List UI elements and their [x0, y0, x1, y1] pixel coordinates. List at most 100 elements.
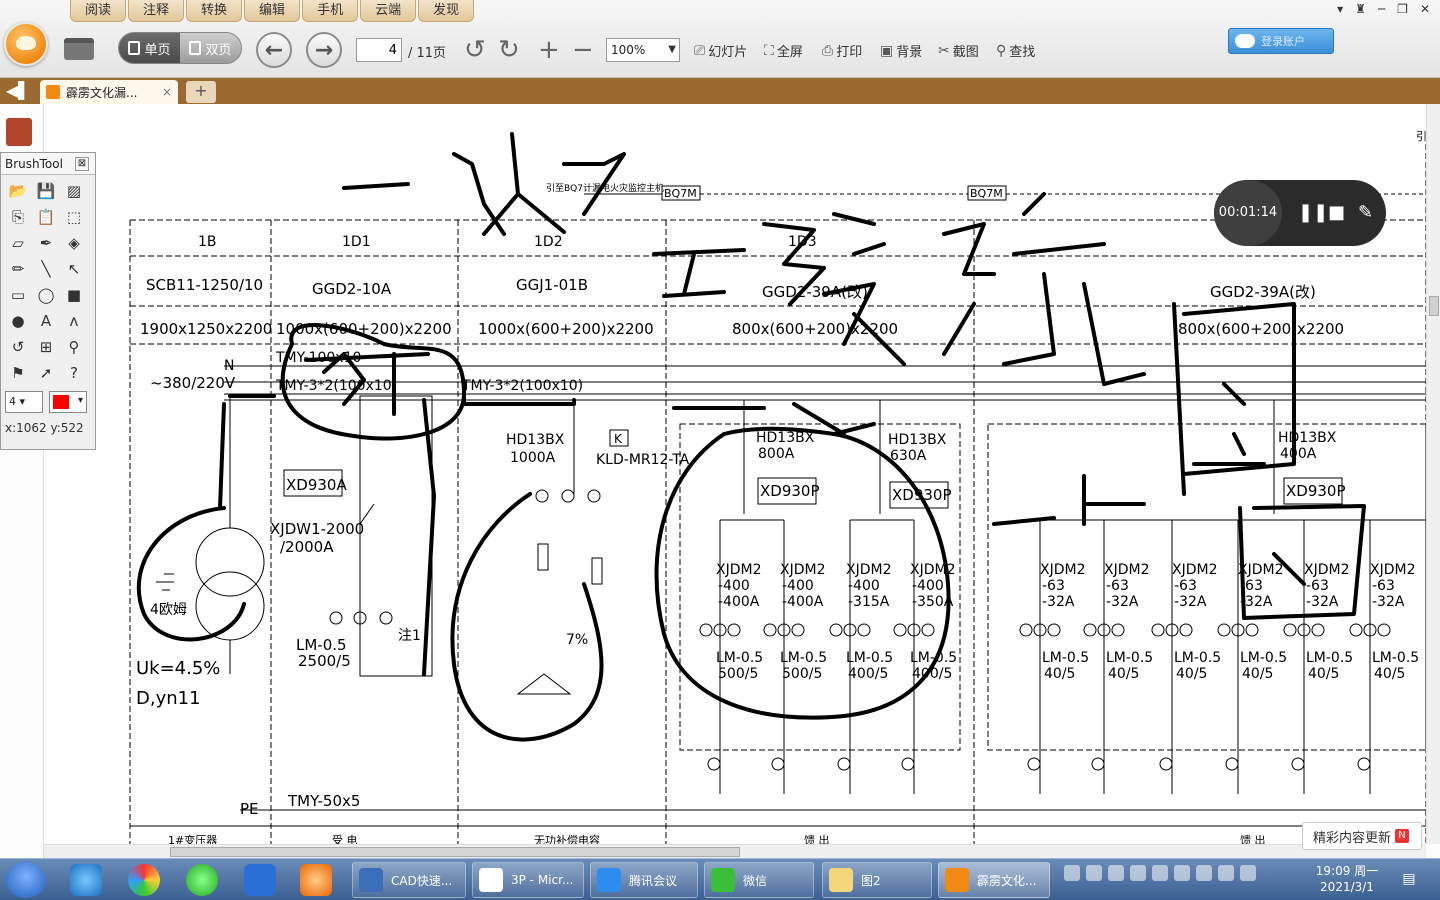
wechat-tray-icon[interactable] [1152, 865, 1168, 881]
rotate-right-icon[interactable]: ↻ [498, 36, 520, 64]
keyboard-icon[interactable] [1064, 865, 1080, 881]
zoom-select[interactable]: 100% ▼ [606, 38, 680, 62]
screenshot-button[interactable]: ✂ 截图 [938, 41, 979, 61]
filled-ellipse-icon[interactable]: ● [5, 309, 31, 333]
close-icon[interactable]: ✕ [1420, 2, 1430, 16]
menu-tab-discover[interactable]: 发现 [418, 0, 475, 22]
undo-icon[interactable]: ↺ [5, 335, 31, 359]
clock[interactable]: 19:09 周一 2021/3/1 [1312, 863, 1382, 895]
network-icon[interactable] [1218, 865, 1234, 881]
app-logo[interactable] [4, 22, 48, 66]
cloud-login-button[interactable]: 登录账户 [1228, 28, 1334, 54]
flag-icon[interactable] [1196, 865, 1212, 881]
task-meeting[interactable]: 腾讯会议 [590, 862, 698, 898]
zoom-in-icon[interactable]: + [538, 36, 560, 64]
help-icon[interactable]: ? [61, 361, 87, 385]
menu-tab-read[interactable]: 阅读 [70, 0, 127, 22]
system-tray [1064, 865, 1256, 881]
ct-symbol [857, 623, 871, 637]
filled-rect-icon[interactable]: ■ [61, 283, 87, 307]
pause-icon[interactable]: ❚❚ [1298, 202, 1328, 223]
horizontal-scroll-thumb[interactable] [170, 847, 740, 857]
task-folder[interactable]: 图2 [822, 862, 932, 898]
video-app-icon[interactable] [244, 864, 276, 896]
menu-tab-convert[interactable]: 转换 [186, 0, 243, 22]
collapse-sidebar-icon[interactable]: ◀▌ [6, 81, 31, 100]
security-icon[interactable] [1174, 865, 1190, 881]
page-number-input[interactable] [356, 38, 402, 62]
ellipse-icon[interactable]: ◯ [33, 283, 59, 307]
menu-tab-edit[interactable]: 编辑 [244, 0, 301, 22]
task-word[interactable]: 3P - Micr... [472, 862, 584, 898]
notification-icon[interactable]: ▤ [1398, 861, 1420, 897]
find-button[interactable]: ⚲ 查找 [996, 41, 1035, 61]
print-button[interactable]: ⎙ 打印 [822, 41, 862, 61]
open-icon[interactable]: 📂 [5, 179, 31, 203]
stop-icon[interactable]: ■ [1328, 202, 1345, 223]
qq-icon[interactable] [1108, 865, 1124, 881]
terminal-symbol [1091, 757, 1105, 771]
col4-breaker-frame: -63 [1372, 578, 1395, 594]
menu-tab-cloud[interactable]: 云端 [360, 0, 417, 22]
dropper-icon[interactable]: ✒ [33, 231, 59, 255]
task-cad[interactable]: CAD快速... [352, 862, 466, 898]
pen-icon[interactable]: ✎ [1358, 202, 1373, 223]
pin-icon[interactable]: ⚑ [5, 361, 31, 385]
rotate-left-icon[interactable]: ↺ [464, 36, 486, 64]
fullscreen-button[interactable]: ⛶ 全屏 [764, 41, 803, 61]
tab-close-button[interactable]: × [162, 85, 172, 99]
line-icon[interactable]: ╲ [33, 257, 59, 281]
prev-page-button[interactable]: ← [256, 32, 292, 68]
volume-icon[interactable] [1240, 865, 1256, 881]
background-button[interactable]: ▣ 背景 [880, 41, 922, 61]
brush-color-select[interactable]: ▾ [49, 391, 87, 413]
brush-text-icon[interactable]: ʌ [61, 309, 87, 333]
vertical-scrollbar[interactable] [1426, 104, 1440, 844]
refresh-app-icon[interactable] [186, 864, 218, 896]
network-app-icon[interactable] [1086, 865, 1102, 881]
text-icon[interactable]: A [33, 309, 59, 333]
chrome-icon[interactable] [128, 864, 160, 896]
document-tab[interactable]: 霹雳文化漏... × [40, 80, 178, 104]
zoom-icon[interactable]: ⚲ [61, 335, 87, 359]
horizontal-scrollbar[interactable] [44, 844, 1426, 858]
arrow-icon[interactable]: ↖ [61, 257, 87, 281]
menu-dropdown-icon[interactable]: ▾ [1337, 2, 1343, 16]
single-page-button[interactable]: 单页 [119, 33, 180, 63]
copy-icon[interactable]: ⎘ [5, 205, 31, 229]
paste-icon[interactable]: 📋 [33, 205, 59, 229]
display-icon[interactable] [1130, 865, 1146, 881]
menu-tab-annotate[interactable]: 注释 [128, 0, 185, 22]
zoom-out-icon[interactable]: − [572, 36, 594, 64]
slideshow-button[interactable]: ⎚ 幻灯片 [694, 41, 747, 61]
open-folder-button[interactable] [64, 33, 100, 65]
next-page-button[interactable]: → [306, 32, 342, 68]
restore-icon[interactable]: ❐ [1397, 2, 1408, 16]
task-pdf-reader[interactable]: 霹雳文化... [938, 862, 1050, 898]
skin-icon[interactable]: ♜ [1355, 2, 1366, 16]
brush-size-select[interactable]: 4 ▾ [5, 391, 43, 413]
fill-icon[interactable]: ◈ [61, 231, 87, 255]
pencil-icon[interactable]: ✏ [5, 257, 31, 281]
content-update-popup[interactable]: 精彩内容更新 N [1302, 822, 1422, 850]
start-button[interactable] [6, 862, 46, 898]
grid-icon[interactable]: ⊞ [33, 335, 59, 359]
save-icon[interactable]: 💾 [33, 179, 59, 203]
capture-icon[interactable]: ▨ [61, 179, 87, 203]
select-rect-icon[interactable]: ⬚ [61, 205, 87, 229]
rect-icon[interactable]: ▭ [5, 283, 31, 307]
minimize-icon[interactable]: ─ [1378, 2, 1385, 16]
vertical-scroll-thumb[interactable] [1429, 296, 1439, 316]
task-wechat[interactable]: 微信 [704, 862, 814, 898]
pointer-icon[interactable]: ➚ [33, 361, 59, 385]
double-page-button[interactable]: 双页 [180, 33, 241, 63]
eraser-icon[interactable]: ▱ [5, 231, 31, 255]
new-tab-button[interactable]: + [186, 81, 216, 103]
terminal-symbol [771, 757, 785, 771]
brushtool-close-icon[interactable]: ⊠ [75, 157, 89, 171]
bookmark-icon[interactable] [6, 118, 32, 146]
menu-tab-mobile[interactable]: 手机 [302, 0, 359, 22]
pdf-app-icon[interactable] [300, 864, 332, 896]
pdf-icon [46, 85, 60, 99]
ie-icon[interactable] [70, 864, 102, 896]
